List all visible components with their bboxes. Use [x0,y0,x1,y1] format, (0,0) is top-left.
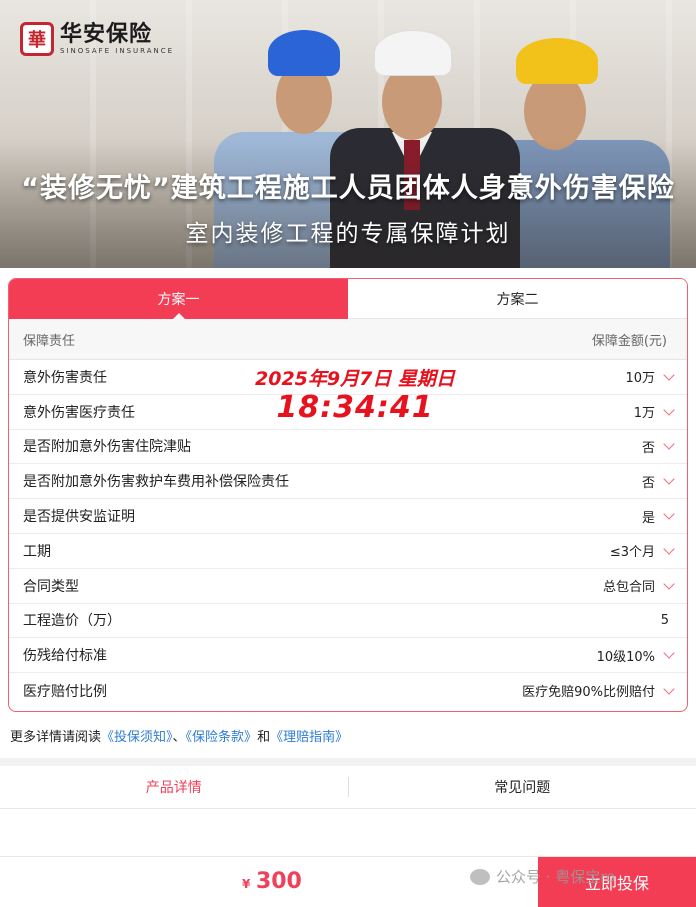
row-value: 总包合同 [603,576,655,595]
logo-name: 华安保险 [60,23,174,47]
chevron-down-icon [663,508,674,519]
coverage-table-header: 保障责任 保障金额(元) [9,319,687,360]
tab-plan-one[interactable]: 方案一 [9,279,348,319]
row-label: 是否附加意外伤害救护车费用补偿保险责任 [23,471,289,491]
chevron-down-icon [663,543,674,554]
chevron-down-icon [663,474,674,485]
coverage-row-contract-type[interactable]: 合同类型 总包合同 [9,569,687,604]
stamp-date: 2025年9月7日 星期日 [255,370,455,389]
header-coverage: 保障责任 [23,330,75,349]
row-label: 医疗赔付比例 [23,681,107,701]
wechat-icon [470,869,490,885]
row-value: 医疗免赔90%比例赔付 [522,681,655,700]
more-info-line: 更多详情请阅读《投保须知》、《保险条款》和《理赔指南》 [10,726,348,745]
tab-product-details[interactable]: 产品详情 [0,766,348,808]
chevron-down-icon [663,404,674,415]
logo-english: SINOSAFE INSURANCE [60,47,174,55]
price-currency: ¥ [242,877,250,891]
detail-tabs: 产品详情 常见问题 [0,766,696,809]
coverage-row-medical-ratio[interactable]: 医疗赔付比例 医疗免赔90%比例赔付 [9,673,687,708]
coverage-row-project-cost[interactable]: 工程造价（万） 5 [9,604,687,639]
coverage-row-safety-cert[interactable]: 是否提供安监证明 是 [9,499,687,534]
more-separator: 和 [257,730,270,745]
price-display: ¥ 300 [242,869,302,894]
hero-banner: 華 华安保险 SINOSAFE INSURANCE “装修无忧”建筑工程施工人员… [0,0,696,268]
row-label: 意外伤害医疗责任 [23,402,135,422]
watermark-text: 公众号 · 粤保宝ro [496,866,615,887]
row-value: 否 [642,437,655,456]
more-separator: 、 [173,730,186,745]
row-label: 意外伤害责任 [23,367,107,387]
company-logo: 華 华安保险 SINOSAFE INSURANCE [20,22,174,56]
row-value: 10万 [625,367,655,386]
row-label: 是否附加意外伤害住院津贴 [23,436,191,456]
tab-plan-two[interactable]: 方案二 [348,279,687,319]
banner-subtitle: 室内装修工程的专属保障计划 [0,214,696,248]
logo-mark-icon: 華 [20,22,54,56]
chevron-down-icon [663,683,674,694]
row-label: 是否提供安监证明 [23,506,135,526]
header-amount: 保障金额(元) [592,330,667,349]
row-value: ≤3个月 [610,541,655,560]
watermark: 公众号 · 粤保宝ro [470,866,615,887]
chevron-down-icon [663,648,674,659]
more-prefix: 更多详情请阅读 [10,730,101,745]
row-value: 1万 [634,402,655,421]
datetime-stamp: 2025年9月7日 星期日 18:34:41 [255,370,455,423]
coverage-row-disability-standard[interactable]: 伤残给付标准 10级10% [9,638,687,673]
link-policy-notice[interactable]: 《投保须知》 [101,730,173,745]
row-value: 10级10% [597,646,655,665]
coverage-row-ambulance[interactable]: 是否附加意外伤害救护车费用补偿保险责任 否 [9,464,687,499]
row-label: 工程造价（万） [23,610,121,630]
banner-title: “装修无忧”建筑工程施工人员团体人身意外伤害保险 [0,166,696,205]
plan-tabs: 方案一 方案二 [9,279,687,319]
coverage-row-duration[interactable]: 工期 ≤3个月 [9,534,687,569]
chevron-down-icon [663,369,674,380]
section-divider [0,758,696,766]
row-label: 工期 [23,541,51,561]
chevron-down-icon [663,439,674,450]
row-label: 伤残给付标准 [23,645,107,665]
price-amount: 300 [256,869,302,894]
row-label: 合同类型 [23,576,79,596]
coverage-row-hospital-allowance[interactable]: 是否附加意外伤害住院津贴 否 [9,430,687,465]
row-value: 否 [642,472,655,491]
tab-faq[interactable]: 常见问题 [349,766,696,808]
link-policy-terms[interactable]: 《保险条款》 [186,730,258,745]
link-claims-guide[interactable]: 《理赔指南》 [270,730,348,745]
row-value[interactable]: 5 [661,613,669,628]
chevron-down-icon [663,578,674,589]
row-value: 是 [642,507,655,526]
plan-card: 方案一 方案二 保障责任 保障金额(元) 意外伤害责任 10万 意外伤害医疗责任… [8,278,688,712]
stamp-time: 18:34:41 [255,393,455,423]
